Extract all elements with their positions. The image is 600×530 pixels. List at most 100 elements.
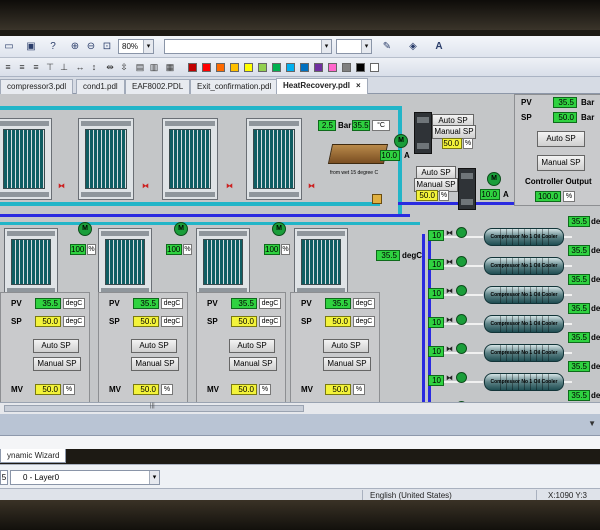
font-name-select[interactable]: ▾ [164, 39, 332, 54]
manual-sp-button[interactable]: Manual SP [323, 357, 371, 371]
pv-label: PV [301, 299, 312, 308]
chevron-down-icon[interactable]: ▾ [321, 40, 331, 53]
align-top-icon[interactable]: ⊤ [44, 61, 56, 73]
valve-icon[interactable]: ⧓ [446, 288, 454, 295]
inlet-temp-value: 35.5 [376, 250, 400, 261]
font-size-select[interactable]: ▾ [336, 39, 372, 54]
motor-icon[interactable]: M [487, 172, 501, 186]
manual-sp-button[interactable]: Manual SP [131, 357, 179, 371]
color-swatch[interactable] [300, 63, 309, 72]
color-swatch[interactable] [356, 63, 365, 72]
save-icon[interactable]: ▣ [24, 40, 38, 54]
line-color-icon[interactable]: ✎ [380, 40, 394, 54]
bring-front-icon[interactable]: ▤ [134, 61, 146, 73]
align-center-icon[interactable]: ≡ [16, 61, 28, 73]
valve-icon[interactable]: ⧓ [142, 183, 150, 190]
color-swatch[interactable] [258, 63, 267, 72]
color-swatch[interactable] [188, 63, 197, 72]
valve-icon[interactable]: ⧓ [446, 317, 454, 324]
color-swatch[interactable] [314, 63, 323, 72]
chevron-down-icon[interactable]: ▾ [361, 40, 371, 53]
horizontal-scrollbar[interactable]: ||| [0, 402, 600, 414]
mv-label: MV [301, 385, 313, 394]
auto-sp-button[interactable]: Auto SP [131, 339, 177, 353]
flow-value: 10 [428, 346, 444, 357]
color-swatch[interactable] [216, 63, 225, 72]
auto-sp-button[interactable]: Auto SP [323, 339, 369, 353]
font-color-icon[interactable]: A [432, 40, 446, 54]
status-coordinates: X:1090 Y:3 [548, 491, 587, 500]
sp-value: 50.0 [133, 316, 159, 327]
controller-manual-sp-button[interactable]: Manual SP [537, 155, 585, 171]
zoom-out-icon[interactable]: ⊖ [84, 40, 98, 54]
color-swatch[interactable] [202, 63, 211, 72]
tab-eaf8002[interactable]: EAF8002.PDL [125, 79, 191, 94]
mv-unit: % [353, 384, 365, 395]
auto-sp-button[interactable]: Auto SP [33, 339, 79, 353]
same-height-icon[interactable]: ↕ [88, 61, 100, 73]
mv-unit: % [259, 384, 271, 395]
align-bottom-icon[interactable]: ⊥ [58, 61, 70, 73]
controller-sp-value: 50.0 [553, 112, 577, 123]
manual-sp-button[interactable]: Manual SP [229, 357, 277, 371]
color-swatch[interactable] [286, 63, 295, 72]
chevron-down-icon[interactable]: ▾ [149, 471, 159, 484]
oil-cooler: Compressor No 1 Oil Cooler [484, 286, 564, 304]
align-left-icon[interactable]: ≡ [2, 61, 14, 73]
current-value-right: 10.0 [480, 189, 500, 200]
motor-icon[interactable]: M [78, 222, 92, 236]
cooler-temp-value: 35.5 [568, 274, 590, 285]
heat-exchanger-top-4 [246, 118, 302, 200]
zoom-fit-icon[interactable]: ⊡ [100, 40, 114, 54]
tab-exit-confirmation[interactable]: Exit_confirmation.pdl [190, 79, 279, 94]
group-icon[interactable]: ▦ [164, 61, 176, 73]
open-folder-icon[interactable]: ▭ [2, 40, 16, 54]
valve-icon[interactable]: ⧓ [446, 259, 454, 266]
cooler-temp-unit: deg [591, 275, 600, 284]
layer-select[interactable]: 0 - Layer0 ▾ [10, 470, 160, 485]
color-swatch[interactable] [244, 63, 253, 72]
screen-photo: ▭ ▣ ? ⊕ ⊖ ⊡ 80% ▾ ▾ ▾ ✎ ◈ A ≡ ≡ ≡ ⊤ ⊥ ↔ ↕… [0, 0, 600, 530]
color-swatch[interactable] [370, 63, 379, 72]
tab-compressor3[interactable]: compressor3.pdl [0, 79, 74, 94]
control-valve-icon[interactable] [372, 194, 382, 204]
valve-icon[interactable]: ⧓ [446, 375, 454, 382]
align-right-icon[interactable]: ≡ [30, 61, 42, 73]
help-pointer-icon[interactable]: ? [46, 40, 60, 54]
zoom-select[interactable]: 80% ▾ [118, 39, 154, 54]
valve-icon[interactable]: ⧓ [446, 346, 454, 353]
status-language: English (United States) [370, 491, 452, 500]
fill-color-icon[interactable]: ◈ [406, 40, 420, 54]
chevron-down-icon[interactable]: ▾ [143, 40, 153, 53]
send-back-icon[interactable]: ▥ [148, 61, 160, 73]
color-swatch[interactable] [230, 63, 239, 72]
valve-icon[interactable]: ⧓ [58, 183, 66, 190]
sensor-icon [456, 372, 467, 383]
layer-number-field[interactable]: 5 [0, 470, 8, 485]
valve-icon[interactable]: ⧓ [446, 230, 454, 237]
valve-icon[interactable]: ⧓ [308, 183, 316, 190]
tab-heatrecovery[interactable]: HeatRecovery.pdl × [276, 78, 368, 94]
close-tab-icon[interactable]: × [356, 81, 361, 90]
pv-value: 35.5 [231, 298, 257, 309]
sp-label: SP [109, 317, 120, 326]
auto-sp-button[interactable]: Auto SP [229, 339, 275, 353]
chevron-down-icon[interactable]: ▼ [588, 419, 596, 428]
zoom-in-icon[interactable]: ⊕ [68, 40, 82, 54]
space-vertical-icon[interactable]: ⇳ [118, 61, 130, 73]
valve-icon[interactable]: ⧓ [226, 183, 234, 190]
color-swatch[interactable] [272, 63, 281, 72]
motor-icon[interactable]: M [394, 134, 408, 148]
manual-sp-button-top[interactable]: Manual SP [432, 125, 476, 139]
tab-cond1[interactable]: cond1.pdl [76, 79, 125, 94]
controller-auto-sp-button[interactable]: Auto SP [537, 131, 585, 147]
color-swatch[interactable] [342, 63, 351, 72]
tab-dynamic-wizard[interactable]: ynamic Wizard [0, 449, 67, 463]
color-swatch[interactable] [328, 63, 337, 72]
same-width-icon[interactable]: ↔ [74, 61, 86, 73]
space-horizontal-icon[interactable]: ⇹ [104, 61, 116, 73]
controller-output-label: Controller Output [525, 177, 592, 186]
motor-icon[interactable]: M [174, 222, 188, 236]
manual-sp-button[interactable]: Manual SP [33, 357, 81, 371]
motor-icon[interactable]: M [272, 222, 286, 236]
